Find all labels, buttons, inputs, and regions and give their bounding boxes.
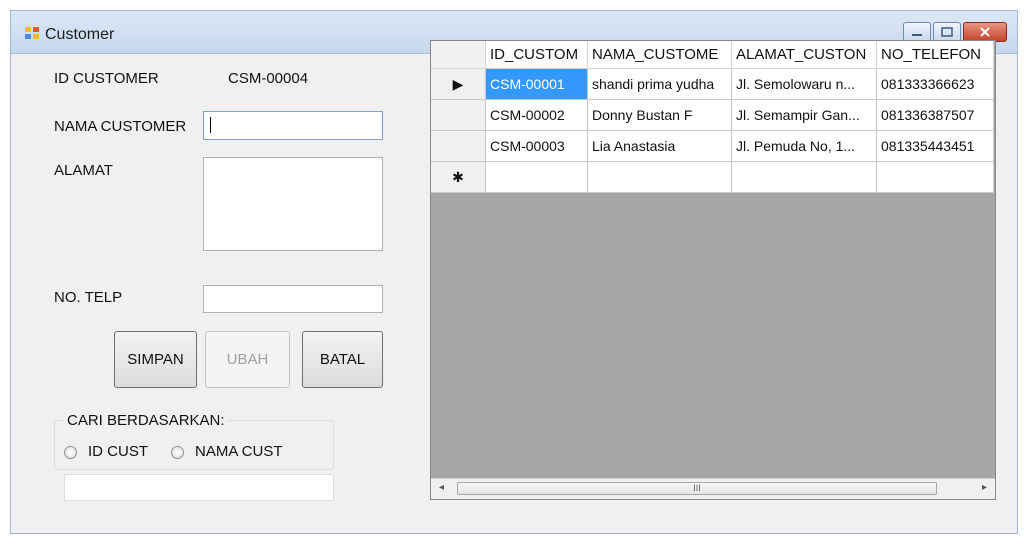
nama-customer-label: NAMA CUSTOMER xyxy=(54,118,187,135)
table-row[interactable]: CSM-00002 Donny Bustan F Jl. Semampir Ga… xyxy=(431,99,994,131)
grid-cell[interactable]: Lia Anastasia xyxy=(587,130,732,162)
grid-cell[interactable]: 081333366623 xyxy=(876,68,994,100)
no-telp-label: NO. TELP xyxy=(54,289,123,306)
window-controls xyxy=(903,22,1007,42)
new-row[interactable]: ✱ xyxy=(431,161,994,193)
nama-customer-input[interactable] xyxy=(203,111,383,140)
grid-cell[interactable]: 081335443451 xyxy=(876,130,994,162)
simpan-button[interactable]: SIMPAN xyxy=(114,331,197,388)
text-caret xyxy=(210,117,211,133)
maximize-button[interactable] xyxy=(933,22,961,42)
grid-cell[interactable]: Jl. Pemuda No, 1... xyxy=(731,130,877,162)
grid-cell[interactable] xyxy=(731,161,877,193)
window-title: Customer xyxy=(45,26,115,43)
alamat-textarea[interactable] xyxy=(203,157,383,251)
grid-header-row: ID_CUSTOM NAMA_CUSTOME ALAMAT_CUSTON NO_… xyxy=(431,41,994,69)
column-header-nama[interactable]: NAMA_CUSTOME xyxy=(587,41,732,69)
column-header-id[interactable]: ID_CUSTOM xyxy=(485,41,588,69)
radio-id-cust-circle[interactable] xyxy=(64,446,77,459)
grid-table: ID_CUSTOM NAMA_CUSTOME ALAMAT_CUSTON NO_… xyxy=(431,41,994,193)
grid-corner xyxy=(431,41,486,69)
scroll-left-icon[interactable]: ◂ xyxy=(439,482,444,493)
batal-button[interactable]: BATAL xyxy=(302,331,383,388)
no-telp-input[interactable] xyxy=(203,285,383,313)
grid-cell[interactable] xyxy=(876,161,994,193)
close-icon xyxy=(980,27,990,37)
grid-cell[interactable] xyxy=(485,161,588,193)
grid-cell[interactable]: shandi prima yudha xyxy=(587,68,732,100)
close-button[interactable] xyxy=(963,22,1007,42)
row-header[interactable] xyxy=(431,130,486,162)
id-customer-label: ID CUSTOMER xyxy=(54,70,159,87)
grid-cell[interactable]: CSM-00003 xyxy=(485,130,588,162)
app-icon xyxy=(25,27,39,39)
scroll-grip-icon: III xyxy=(693,483,701,493)
column-header-telefon[interactable]: NO_TELEFON xyxy=(876,41,994,69)
radio-id-cust-label: ID CUST xyxy=(88,443,148,460)
radio-nama-cust-circle[interactable] xyxy=(171,446,184,459)
scroll-thumb[interactable]: III xyxy=(457,482,937,495)
grid-cell[interactable]: 081336387507 xyxy=(876,99,994,131)
grid-cell[interactable]: CSM-00002 xyxy=(485,99,588,131)
table-row[interactable]: ▶ CSM-00001 shandi prima yudha Jl. Semol… xyxy=(431,68,994,100)
table-row[interactable]: CSM-00003 Lia Anastasia Jl. Pemuda No, 1… xyxy=(431,130,994,162)
radio-nama-cust[interactable]: NAMA CUST xyxy=(171,443,301,461)
current-row-indicator[interactable]: ▶ xyxy=(431,68,486,100)
minimize-button[interactable] xyxy=(903,22,931,42)
scroll-right-icon[interactable]: ▸ xyxy=(982,482,987,493)
customer-datagrid[interactable]: ID_CUSTOM NAMA_CUSTOME ALAMAT_CUSTON NO_… xyxy=(430,40,996,500)
column-header-alamat[interactable]: ALAMAT_CUSTON xyxy=(731,41,877,69)
row-header[interactable] xyxy=(431,99,486,131)
alamat-label: ALAMAT xyxy=(54,162,113,179)
radio-id-cust[interactable]: ID CUST xyxy=(64,443,164,461)
maximize-icon xyxy=(941,27,953,37)
radio-nama-cust-label: NAMA CUST xyxy=(195,443,283,460)
new-row-indicator[interactable]: ✱ xyxy=(431,161,486,193)
search-input[interactable] xyxy=(64,474,334,501)
grid-cell[interactable]: Jl. Semampir Gan... xyxy=(731,99,877,131)
minimize-icon xyxy=(912,34,922,36)
horizontal-scrollbar[interactable]: ◂ III ▸ xyxy=(431,478,995,499)
grid-cell[interactable]: CSM-00001 xyxy=(485,68,588,100)
id-customer-value: CSM-00004 xyxy=(228,70,309,87)
grid-cell[interactable]: Donny Bustan F xyxy=(587,99,732,131)
search-group-title: CARI BERDASARKAN: xyxy=(64,412,228,429)
ubah-button[interactable]: UBAH xyxy=(205,331,290,388)
grid-cell[interactable]: Jl. Semolowaru n... xyxy=(731,68,877,100)
grid-cell[interactable] xyxy=(587,161,732,193)
